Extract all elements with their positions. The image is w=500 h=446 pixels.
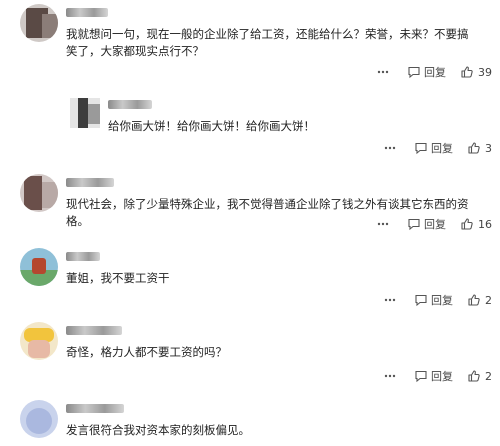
more-button[interactable] (376, 217, 393, 231)
reply-label: 回复 (431, 142, 453, 155)
reply-bubble-icon (414, 141, 428, 155)
avatar[interactable] (20, 400, 58, 438)
username-blurred[interactable] (66, 404, 124, 413)
thumbs-up-icon (460, 65, 474, 79)
avatar[interactable] (20, 174, 58, 212)
comment-feed: 我就想问一句，现在一般的企业除了给工资，还能给什么？荣誉，未来？不要搞笑了，大家… (0, 0, 500, 446)
comment-text: 我就想问一句，现在一般的企业除了给工资，还能给什么？荣誉，未来？不要搞笑了，大家… (66, 27, 469, 58)
avatar[interactable] (20, 4, 58, 42)
ellipsis-icon (376, 217, 390, 231)
like-button[interactable]: 2 (467, 369, 492, 383)
ellipsis-icon (383, 369, 397, 383)
like-button[interactable]: 39 (460, 65, 492, 79)
comment-text: 发言很符合我对资本家的刻板偏见。 (66, 423, 250, 437)
comment-item: 奇怪，格力人都不要工资的吗？ 回复 2 (0, 312, 500, 388)
username-blurred[interactable] (66, 8, 108, 17)
comment-actions: 回复 39 (376, 64, 492, 80)
comment-actions: 回复 3 (383, 140, 492, 156)
like-count: 3 (485, 141, 492, 155)
reply-bubble-icon (407, 217, 421, 231)
reply-button[interactable]: 回复 (414, 140, 453, 156)
reply-label: 回复 (424, 66, 446, 79)
like-count: 16 (478, 217, 492, 231)
more-button[interactable] (383, 141, 400, 155)
more-button[interactable] (383, 369, 400, 383)
comment-actions: 回复 2 (383, 292, 492, 308)
reply-label: 回复 (431, 294, 453, 307)
reply-item: 给你画大饼！给你画大饼！给你画大饼！ 回复 3 (0, 88, 500, 168)
comment-text: 董姐，我不要工资干 (66, 271, 170, 285)
comment-item: 发言很符合我对资本家的刻板偏见。 (0, 388, 500, 446)
avatar[interactable] (70, 98, 100, 128)
like-button[interactable]: 3 (467, 141, 492, 155)
comment-actions: 回复 16 (376, 216, 492, 232)
comment-text: 奇怪，格力人都不要工资的吗？ (66, 345, 227, 359)
reply-bubble-icon (407, 65, 421, 79)
ellipsis-icon (383, 141, 397, 155)
thumbs-up-icon (460, 217, 474, 231)
like-count: 2 (485, 293, 492, 307)
like-button[interactable]: 2 (467, 293, 492, 307)
reply-button[interactable]: 回复 (407, 216, 446, 232)
thumbs-up-icon (467, 369, 481, 383)
reply-button[interactable]: 回复 (407, 64, 446, 80)
reply-label: 回复 (431, 370, 453, 383)
reply-label: 回复 (424, 218, 446, 231)
ellipsis-icon (376, 65, 390, 79)
username-blurred[interactable] (66, 326, 122, 335)
avatar[interactable] (20, 322, 58, 360)
thumbs-up-icon (467, 293, 481, 307)
like-count: 39 (478, 65, 492, 79)
comment-item: 我就想问一句，现在一般的企业除了给工资，还能给什么？荣誉，未来？不要搞笑了，大家… (0, 0, 500, 88)
username-blurred[interactable] (66, 252, 100, 261)
like-count: 2 (485, 369, 492, 383)
thumbs-up-icon (467, 141, 481, 155)
comment-item: 董姐，我不要工资干 回复 2 (0, 238, 500, 312)
comment-text: 给你画大饼！给你画大饼！给你画大饼！ (108, 119, 315, 133)
avatar[interactable] (20, 248, 58, 286)
username-blurred[interactable] (66, 178, 114, 187)
reply-bubble-icon (414, 369, 428, 383)
like-button[interactable]: 16 (460, 217, 492, 231)
more-button[interactable] (376, 65, 393, 79)
comment-actions: 回复 2 (383, 368, 492, 384)
reply-bubble-icon (414, 293, 428, 307)
reply-button[interactable]: 回复 (414, 292, 453, 308)
reply-button[interactable]: 回复 (414, 368, 453, 384)
ellipsis-icon (383, 293, 397, 307)
comment-item: 现代社会，除了少量特殊企业，我不觉得普通企业除了钱之外有谈其它东西的资格。 回复… (0, 168, 500, 238)
more-button[interactable] (383, 293, 400, 307)
username-blurred[interactable] (108, 100, 152, 109)
